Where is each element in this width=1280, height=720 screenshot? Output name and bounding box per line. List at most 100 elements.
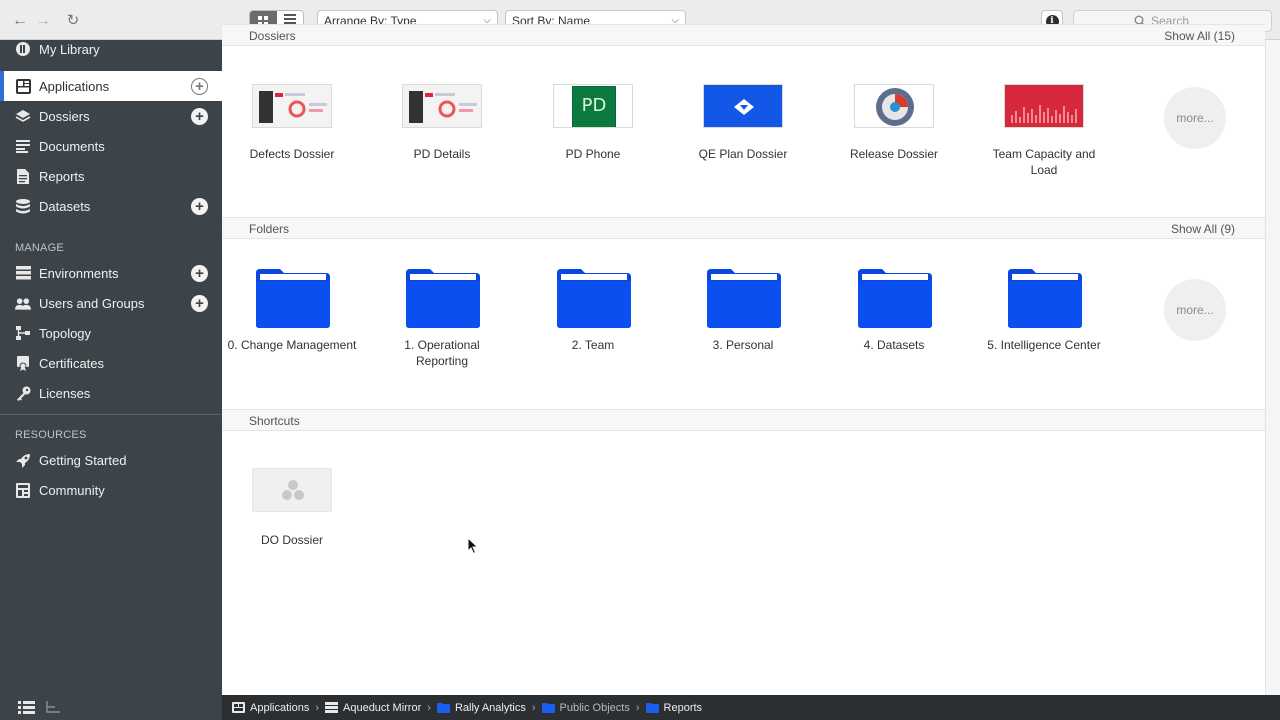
sidebar-item-environments[interactable]: Environments + [0, 258, 222, 288]
folders-section-header: Folders Show All (9) [222, 217, 1265, 239]
red-chart-thumbnail [1004, 84, 1084, 128]
mouse-cursor-icon [467, 537, 479, 555]
sidebar-item-users-and-groups[interactable]: Users and Groups + [0, 288, 222, 318]
folder-card[interactable]: 0. Change Management [228, 267, 356, 375]
rocket-icon [15, 452, 31, 468]
sidebar-item-label: Community [39, 482, 105, 498]
folder-label: 3. Personal [712, 338, 774, 352]
dossiers-show-all-link[interactable]: Show All (15) [1164, 29, 1235, 43]
breadcrumb-item[interactable]: Public Objects [541, 702, 630, 714]
breadcrumb-item[interactable]: Applications [232, 702, 309, 714]
reports-icon [15, 168, 31, 184]
dossier-card[interactable]: PD PD Phone [533, 84, 653, 184]
folder-card[interactable]: 4. Datasets [834, 267, 954, 375]
breadcrumb-item[interactable]: Aqueduct Mirror [325, 702, 421, 714]
folder-icon [1008, 269, 1082, 328]
pd-thumb-text: PD [581, 95, 607, 116]
applications-icon [232, 702, 245, 713]
folder-icon [858, 269, 932, 328]
folders-show-all-link[interactable]: Show All (9) [1171, 222, 1235, 236]
dossier-card[interactable]: Release Dossier [834, 84, 954, 184]
dossier-card[interactable]: Defects Dossier [232, 84, 352, 184]
sidebar-item-my-library[interactable]: My Library [0, 34, 222, 64]
folder-card[interactable]: 1. Operational Reporting [382, 267, 502, 375]
folders-more-button[interactable]: more... [1164, 279, 1226, 341]
documents-icon [15, 138, 31, 154]
breadcrumb: Applications › Aqueduct Mirror › Rally Analy… [232, 695, 702, 720]
project-icon [436, 703, 450, 713]
sidebar-item-label: Datasets [39, 198, 91, 214]
tree-view-icon[interactable] [45, 701, 60, 714]
gauge-thumbnail [854, 84, 934, 128]
breadcrumb-separator: › [315, 701, 319, 714]
breadcrumb-label: Applications [250, 701, 310, 714]
list-view-icon[interactable] [18, 701, 35, 714]
dossier-label: Release Dossier [849, 147, 939, 161]
community-icon [15, 482, 31, 498]
sidebar-item-datasets[interactable]: Datasets + [0, 191, 222, 221]
sidebar-item-dossiers[interactable]: Dossiers + [0, 101, 222, 131]
folder-label: 2. Team [571, 338, 615, 352]
folder-card[interactable]: 2. Team [533, 267, 653, 375]
sidebar-item-community[interactable]: Community [0, 475, 222, 505]
topology-icon [15, 325, 31, 341]
vertical-scrollbar[interactable] [1265, 40, 1280, 695]
dashboard-thumbnail [402, 84, 482, 128]
dossier-label: Defects Dossier [249, 147, 335, 161]
breadcrumb-label: Rally Analytics [454, 701, 526, 714]
sidebar-item-label: Applications [39, 78, 110, 94]
refresh-button[interactable]: ↻ [64, 12, 82, 30]
sidebar-item-label: Environments [39, 265, 119, 281]
environments-icon [15, 265, 31, 281]
sidebar-item-documents[interactable]: Documents [0, 131, 222, 161]
dossiers-icon [15, 108, 31, 124]
shortcut-thumbnail [252, 468, 332, 512]
sidebar-item-getting-started[interactable]: Getting Started [0, 445, 222, 475]
shortcut-card[interactable]: DO Dossier [232, 468, 352, 568]
blue-thumbnail [703, 84, 783, 128]
back-button[interactable]: ← [11, 12, 29, 30]
sidebar-item-reports[interactable]: Reports [0, 161, 222, 191]
shortcut-label: DO Dossier [260, 533, 323, 547]
sidebar-item-label: Certificates [39, 355, 105, 371]
dossier-card[interactable]: PD Details [382, 84, 502, 184]
section-title: Dossiers [249, 29, 296, 43]
sidebar-item-licenses[interactable]: Licenses [0, 378, 222, 408]
add-user-button[interactable]: + [191, 294, 208, 312]
sidebar-item-label: Reports [39, 168, 85, 184]
breadcrumb-item[interactable]: Rally Analytics [436, 701, 526, 714]
shortcuts-section-header: Shortcuts [222, 409, 1265, 431]
dossier-label: QE Plan Dossier [698, 147, 788, 161]
server-icon [325, 702, 338, 713]
folder-card[interactable]: 5. Intelligence Center [984, 267, 1104, 375]
sidebar-item-topology[interactable]: Topology [0, 318, 222, 348]
library-icon [15, 41, 31, 57]
add-dataset-button[interactable]: + [191, 197, 208, 215]
add-application-button[interactable]: + [191, 77, 208, 95]
manage-heading: MANAGE [15, 242, 64, 254]
folder-label: 5. Intelligence Center [987, 338, 1101, 352]
dossier-label: PD Phone [565, 147, 621, 161]
sidebar-item-label: Dossiers [39, 108, 90, 124]
breadcrumb-item[interactable]: Reports [645, 702, 702, 714]
users-icon [15, 295, 31, 311]
folder-icon [707, 269, 781, 328]
folder-card[interactable]: 3. Personal [683, 267, 803, 375]
dossiers-section-header: Dossiers Show All (15) [222, 24, 1265, 46]
add-environment-button[interactable]: + [191, 264, 208, 282]
dossiers-more-button[interactable]: more... [1164, 87, 1226, 149]
sidebar-item-certificates[interactable]: Certificates [0, 348, 222, 378]
section-title: Folders [249, 222, 290, 236]
dossier-label: PD Details [413, 147, 471, 161]
key-icon [15, 385, 31, 401]
sidebar-item-applications[interactable]: Applications + [0, 71, 222, 101]
dossier-card[interactable]: QE Plan Dossier [683, 84, 803, 184]
folder-label: 4. Datasets [863, 338, 925, 352]
pd-thumbnail: PD [553, 84, 633, 128]
main-content: Dossiers Show All (15) Defects Dossier P… [222, 24, 1265, 695]
add-dossier-button[interactable]: + [191, 107, 208, 125]
forward-button[interactable]: → [34, 12, 52, 30]
dashboard-thumbnail [252, 84, 332, 128]
sidebar-item-label: Users and Groups [39, 295, 145, 311]
dossier-card[interactable]: Team Capacity and Load [984, 84, 1104, 184]
